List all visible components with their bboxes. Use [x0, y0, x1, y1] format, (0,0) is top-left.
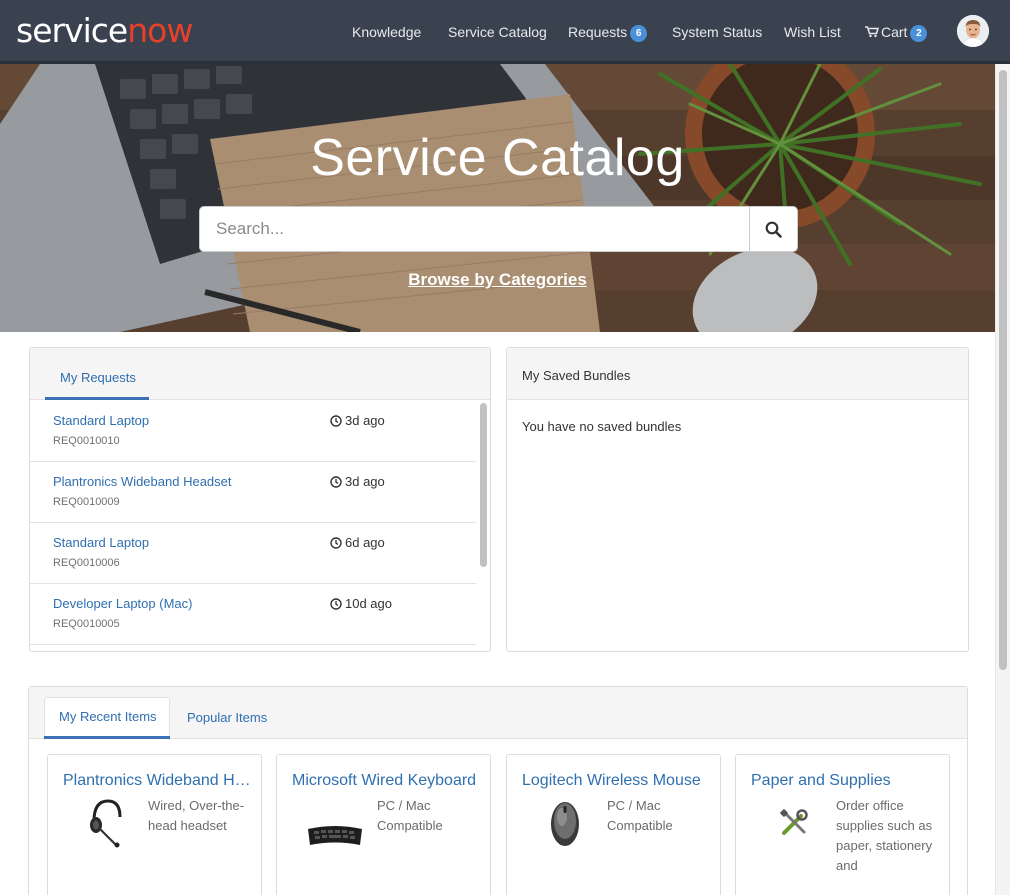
card-description: Order office supplies such as paper, sta… — [836, 798, 933, 873]
search-input[interactable] — [200, 207, 749, 251]
tools-icon — [764, 795, 824, 851]
catalog-item-card[interactable]: Plantronics Wideband Headset Wired, Over… — [47, 754, 262, 895]
request-name[interactable]: Standard Laptop — [53, 535, 149, 551]
card-title[interactable]: Plantronics Wideband Headset — [63, 771, 251, 791]
mouse-icon — [535, 795, 595, 851]
requests-count-badge: 6 — [630, 25, 648, 42]
card-description: PC / Mac Compatible — [377, 798, 443, 833]
card-title[interactable]: Microsoft Wired Keyboard — [292, 771, 480, 791]
clock-icon — [330, 476, 342, 488]
request-time-text: 10d ago — [345, 596, 392, 611]
request-number: REQ0010009 — [53, 496, 120, 508]
request-name[interactable]: Plantronics Wideband Headset — [53, 474, 232, 490]
catalog-item-card[interactable]: Microsoft Wired Keyboard PC / Mac Compat… — [276, 754, 491, 895]
request-time: 3d ago — [330, 413, 385, 429]
page-scrollbar[interactable] — [995, 64, 1010, 895]
tab-my-recent-items[interactable]: My Recent Items — [59, 709, 157, 725]
hero-banner: Service Catalog Browse by Categories — [0, 64, 995, 332]
items-panel: My Recent Items Popular Items Plantronic… — [28, 686, 968, 895]
clock-icon — [330, 415, 342, 427]
saved-bundles-title: My Saved Bundles — [522, 368, 631, 383]
card-description: Wired, Over-the-head headset — [148, 798, 245, 833]
keyboard-icon — [305, 807, 365, 863]
tab-active-indicator — [45, 397, 149, 400]
request-time: 3d ago — [330, 474, 385, 490]
request-time: 10d ago — [330, 596, 392, 612]
my-requests-panel: My Requests Standard Laptop REQ0010010 3… — [29, 347, 491, 652]
hero-title: Service Catalog — [310, 129, 685, 187]
request-row[interactable]: Standard Laptop REQ0010006 6d ago — [30, 523, 476, 584]
card-description: PC / Mac Compatible — [607, 798, 673, 833]
page-scrollbar-thumb[interactable] — [999, 70, 1007, 670]
catalog-item-card[interactable]: Logitech Wireless Mouse PC / Mac Compati… — [506, 754, 721, 895]
request-number: REQ0010006 — [53, 557, 120, 569]
request-number: REQ0010010 — [53, 435, 120, 447]
logo-now-text: now — [127, 11, 193, 50]
tab-popular-items[interactable]: Popular Items — [187, 710, 267, 726]
requests-scrollbar[interactable] — [480, 403, 488, 643]
tab-my-requests[interactable]: My Requests — [60, 370, 136, 386]
saved-bundles-panel: My Saved Bundles You have no saved bundl… — [506, 347, 969, 652]
logo-service-text: service — [16, 11, 128, 50]
top-navbar: servicenow Knowledge Service Catalog Req… — [0, 0, 1010, 64]
clock-icon — [330, 598, 342, 610]
request-name[interactable]: Developer Laptop (Mac) — [53, 596, 192, 612]
items-panel-tabs: My Recent Items Popular Items — [29, 687, 967, 740]
card-title[interactable]: Paper and Supplies — [751, 771, 939, 791]
requests-list: Standard Laptop REQ0010010 3d ago Plantr… — [30, 401, 476, 647]
search-icon — [765, 221, 782, 238]
user-avatar[interactable] — [957, 15, 989, 47]
nav-cart[interactable]: Cart 2 — [865, 23, 928, 42]
search-button[interactable] — [749, 207, 797, 251]
headset-icon — [76, 795, 136, 851]
request-number: REQ0010005 — [53, 618, 120, 630]
nav-requests-label: Requests — [568, 24, 628, 40]
avatar-face-icon — [957, 15, 989, 47]
request-time-text: 6d ago — [345, 535, 385, 550]
card-title[interactable]: Logitech Wireless Mouse — [522, 771, 710, 791]
request-time: 6d ago — [330, 535, 385, 551]
nav-service-catalog[interactable]: Service Catalog — [448, 23, 547, 41]
servicenow-logo[interactable]: servicenow — [16, 11, 193, 50]
desk-background-image — [0, 64, 995, 332]
request-time-text: 3d ago — [345, 474, 385, 489]
browse-categories-link[interactable]: Browse by Categories — [408, 270, 587, 289]
my-requests-header: My Requests — [30, 348, 490, 400]
request-time-text: 3d ago — [345, 413, 385, 428]
catalog-item-card[interactable]: Paper and Supplies Order office supplies… — [735, 754, 950, 895]
tab-active-indicator — [44, 736, 170, 739]
nav-knowledge[interactable]: Knowledge — [352, 23, 421, 41]
request-row[interactable]: Plantronics Wideband Headset REQ0010009 … — [30, 462, 476, 523]
nav-wish-list[interactable]: Wish List — [784, 23, 841, 41]
nav-requests[interactable]: Requests 6 — [568, 23, 648, 42]
nav-cart-label: Cart — [881, 24, 908, 40]
request-row[interactable]: Standard Laptop REQ0010010 3d ago — [30, 401, 476, 462]
catalog-search — [199, 206, 798, 252]
saved-bundles-header: My Saved Bundles — [507, 348, 968, 400]
cart-count-badge: 2 — [910, 25, 928, 42]
nav-system-status[interactable]: System Status — [672, 23, 762, 41]
request-row[interactable]: Developer Laptop (Mac) REQ0010005 10d ag… — [30, 584, 476, 645]
requests-scrollbar-thumb[interactable] — [480, 403, 487, 567]
cart-icon — [865, 26, 880, 38]
clock-icon — [330, 537, 342, 549]
request-name[interactable]: Standard Laptop — [53, 413, 149, 429]
saved-bundles-empty-text: You have no saved bundles — [522, 419, 682, 434]
